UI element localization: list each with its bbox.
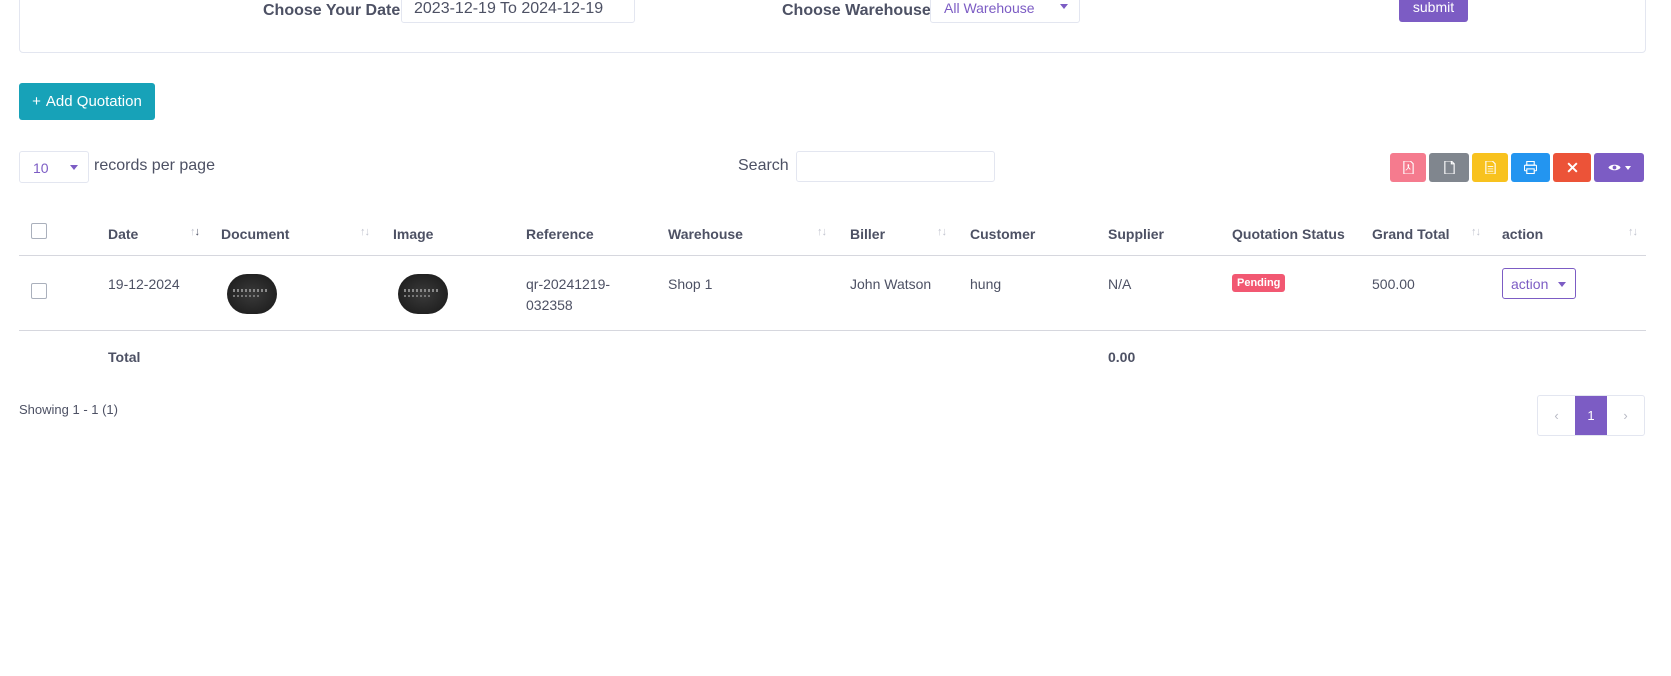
csv-icon: [1443, 161, 1455, 174]
print-icon: [1524, 161, 1537, 174]
export-excel-button[interactable]: [1472, 153, 1508, 182]
sort-icon: ↑↓: [817, 226, 827, 238]
warehouse-label: Choose Warehouse: [782, 2, 931, 19]
column-visibility-button[interactable]: [1594, 153, 1644, 182]
table-header: Date ↑↓ Document ↑↓ Image Reference Ware…: [19, 212, 1646, 256]
add-quotation-label: Add Quotation: [45, 93, 142, 110]
row-checkbox[interactable]: [31, 283, 47, 299]
cell-reference: qr-20241219- 032358: [526, 274, 610, 316]
print-button[interactable]: [1511, 153, 1550, 182]
reference-line-1: qr-20241219-: [526, 276, 611, 292]
col-quotation-status: Quotation Status: [1232, 226, 1345, 242]
search-input[interactable]: [796, 151, 995, 182]
close-icon: [1566, 162, 1578, 173]
col-supplier: Supplier: [1108, 226, 1165, 242]
status-badge: Pending: [1232, 274, 1286, 292]
cell-grand-total: 500.00: [1372, 276, 1415, 292]
image-thumbnail[interactable]: [398, 274, 448, 314]
cell-date: 19-12-2024: [108, 276, 180, 292]
next-page-button[interactable]: ›: [1607, 396, 1644, 435]
plus-icon: +: [32, 93, 41, 110]
cell-warehouse: Shop 1: [668, 276, 713, 292]
delete-selected-button[interactable]: [1553, 153, 1591, 182]
footer-total-label: Total: [108, 349, 141, 365]
submit-button[interactable]: submit: [1399, 0, 1468, 22]
table-row: 19-12-2024 qr-20241219- 032358 Shop 1 Jo…: [19, 256, 1646, 331]
chevron-down-icon: [70, 165, 78, 170]
footer-total-value: 0.00: [1108, 349, 1136, 365]
quotation-table: Date ↑↓ Document ↑↓ Image Reference Ware…: [19, 212, 1646, 375]
chevron-down-icon: [1558, 282, 1566, 287]
col-action[interactable]: action: [1502, 226, 1543, 242]
table-toolbar: [1390, 153, 1644, 182]
col-customer: Customer: [970, 226, 1036, 242]
row-action-dropdown[interactable]: action: [1502, 268, 1576, 299]
sort-icon: ↑↓: [1471, 226, 1481, 238]
add-quotation-button[interactable]: + Add Quotation: [19, 83, 155, 120]
table-footer: Total 0.00: [19, 331, 1646, 375]
col-reference: Reference: [526, 226, 594, 242]
cell-customer: hung: [970, 276, 1002, 292]
records-per-page-select[interactable]: 10: [19, 151, 89, 183]
reference-line-2: 032358: [526, 297, 573, 313]
col-date[interactable]: Date: [108, 226, 138, 242]
cell-supplier: N/A: [1108, 276, 1132, 292]
date-range-input[interactable]: 2023-12-19 To 2024-12-19: [401, 0, 635, 23]
warehouse-select-value: All Warehouse: [944, 0, 1035, 16]
sort-icon: ↑↓: [937, 226, 947, 238]
date-label: Choose Your Date: [263, 2, 401, 19]
col-grand-total[interactable]: Grand Total: [1372, 226, 1450, 242]
page-1-button[interactable]: 1: [1575, 396, 1607, 435]
sort-icon: ↑↓: [360, 226, 370, 238]
chevron-down-icon: [1624, 165, 1631, 170]
col-document[interactable]: Document: [221, 226, 289, 242]
warehouse-select[interactable]: All Warehouse: [930, 0, 1080, 23]
select-all-checkbox[interactable]: [31, 223, 47, 239]
pdf-icon: [1402, 161, 1414, 174]
col-image: Image: [393, 226, 434, 242]
pagination: ‹ 1 ›: [1537, 395, 1645, 436]
sort-icon: ↑↓: [190, 226, 200, 238]
records-per-page-label: records per page: [94, 157, 215, 174]
showing-info: Showing 1 - 1 (1): [19, 402, 118, 417]
cell-biller: John Watson: [850, 276, 932, 292]
export-csv-button[interactable]: [1429, 153, 1469, 182]
records-per-page-value: 10: [33, 160, 49, 176]
chevron-down-icon: [1060, 4, 1068, 9]
excel-icon: [1484, 161, 1496, 174]
sort-icon: ↑↓: [1628, 226, 1638, 238]
prev-page-button[interactable]: ‹: [1538, 396, 1575, 435]
col-warehouse[interactable]: Warehouse: [668, 226, 743, 242]
document-thumbnail[interactable]: [227, 274, 277, 314]
search-label: Search: [738, 157, 789, 174]
eye-icon: [1607, 164, 1621, 171]
action-label: action: [1511, 276, 1549, 292]
export-pdf-button[interactable]: [1390, 153, 1426, 182]
filter-card: Choose Your Date 2023-12-19 To 2024-12-1…: [19, 0, 1646, 53]
col-biller[interactable]: Biller: [850, 226, 885, 242]
